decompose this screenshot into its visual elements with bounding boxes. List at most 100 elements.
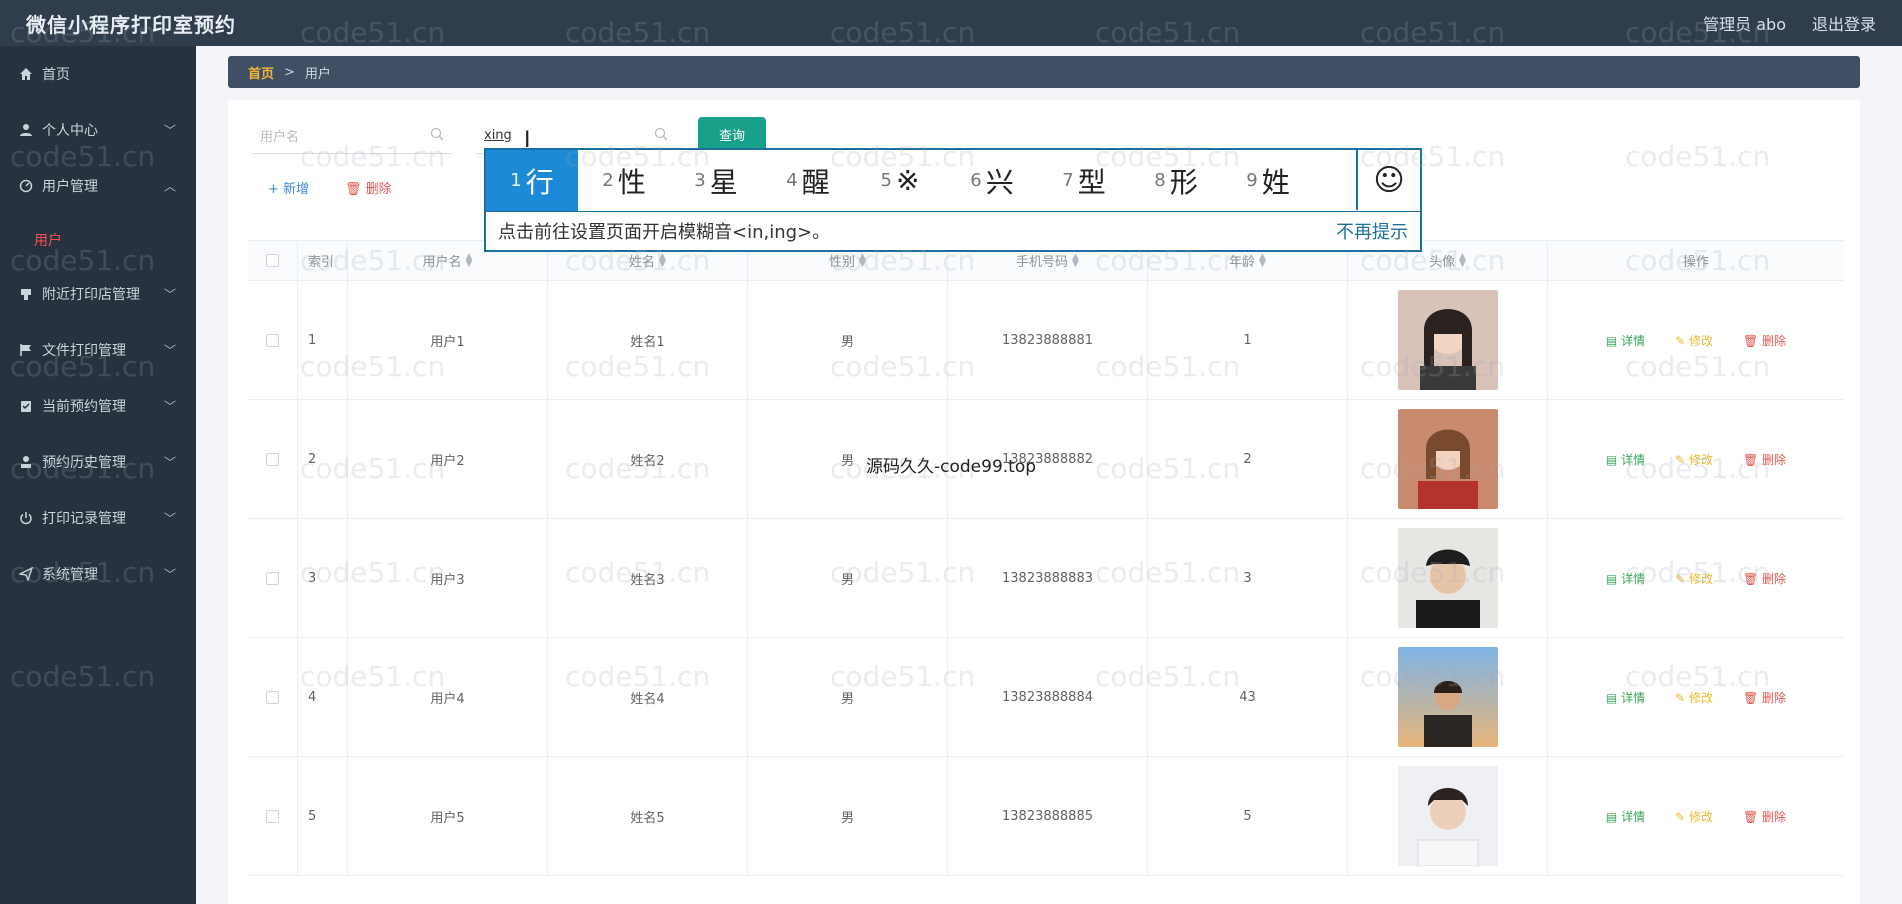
- flag-icon: [18, 342, 34, 358]
- cell-name: 姓名4: [548, 638, 748, 756]
- batch-delete-button[interactable]: 🗑 删除: [345, 178, 392, 197]
- sidebar-item-print-records[interactable]: 打印记录管理 ﹀: [0, 490, 196, 546]
- cell-phone: 13823888881: [948, 281, 1148, 399]
- detail-label: 详情: [1621, 690, 1646, 705]
- detail-button[interactable]: ▤ 详情: [1606, 451, 1645, 468]
- breadcrumb: 首页 > 用户: [228, 56, 1860, 88]
- chevron-down-icon: ﹀: [163, 567, 176, 582]
- chevron-down-icon: ﹀: [163, 343, 176, 358]
- add-button[interactable]: + 新增: [268, 178, 309, 197]
- ime-candidate[interactable]: 6兴: [946, 150, 1038, 211]
- ime-candidate[interactable]: 8形: [1130, 150, 1222, 211]
- table-row: 2 用户2 姓名2 男 13823888882 2 ▤ 详情 ✎ 修改 🗑 删除: [248, 400, 1844, 519]
- edit-button[interactable]: ✎ 修改: [1675, 808, 1713, 825]
- emoji-icon[interactable]: ☺: [1356, 150, 1420, 210]
- sort-icon: ▲ ▼: [1459, 251, 1466, 269]
- candidate-number: 3: [694, 170, 706, 191]
- sidebar-item-home[interactable]: 首页: [0, 46, 196, 102]
- person-icon: [18, 454, 34, 470]
- cell-username: 用户4: [348, 638, 548, 756]
- detail-button[interactable]: ▤ 详情: [1606, 570, 1645, 587]
- delete-button[interactable]: 🗑 删除: [1743, 570, 1786, 587]
- detail-button[interactable]: ▤ 详情: [1606, 808, 1645, 825]
- username-search-field[interactable]: 用户名: [252, 118, 452, 154]
- select-all-checkbox[interactable]: [266, 254, 279, 267]
- sidebar-item-system[interactable]: 系统管理 ﹀: [0, 546, 196, 602]
- ime-hint-text[interactable]: 点击前往设置页面开启模糊音<in,ing>。: [498, 218, 830, 244]
- clipboard-icon: [18, 398, 34, 414]
- row-checkbox[interactable]: [266, 333, 279, 347]
- candidate-char: ※: [895, 164, 920, 197]
- cell-username: 用户1: [348, 281, 548, 399]
- ime-candidate[interactable]: 4醒: [762, 150, 854, 211]
- edit-button[interactable]: ✎ 修改: [1675, 689, 1713, 706]
- candidate-number: 7: [1062, 170, 1074, 191]
- delete-button[interactable]: 🗑 删除: [1743, 808, 1786, 825]
- delete-label: 删除: [1762, 333, 1787, 348]
- ime-candidate[interactable]: 2性: [578, 150, 670, 211]
- detail-button[interactable]: ▤ 详情: [1606, 332, 1645, 349]
- table-row: 1 用户1 姓名1 男 13823888881 1 ▤ 详情 ✎ 修改 🗑 删除: [248, 281, 1844, 400]
- edit-button[interactable]: ✎ 修改: [1675, 570, 1713, 587]
- cell-age: 43: [1148, 638, 1348, 756]
- row-checkbox[interactable]: [266, 809, 279, 823]
- candidate-char: 兴: [985, 165, 1014, 199]
- sidebar-item-printshops[interactable]: 附近打印店管理 ﹀: [0, 266, 196, 322]
- candidate-char: 性: [617, 165, 646, 199]
- logout-button[interactable]: 退出登录: [1812, 11, 1876, 35]
- cell-index: 1: [298, 281, 348, 399]
- row-checkbox[interactable]: [266, 571, 279, 585]
- delete-button[interactable]: 🗑 删除: [1743, 451, 1786, 468]
- query-button[interactable]: 查询: [698, 117, 766, 151]
- header-username-label: 用户名: [422, 255, 462, 270]
- header-ops: 操作: [1682, 255, 1709, 270]
- ime-candidate[interactable]: 5 ※: [854, 150, 946, 211]
- cell-index: 5: [298, 757, 348, 875]
- candidate-number: 4: [786, 170, 798, 191]
- cell-index: 2: [298, 400, 348, 518]
- power-icon: [18, 510, 34, 526]
- edit-button[interactable]: ✎ 修改: [1675, 332, 1713, 349]
- candidate-number: 6: [970, 170, 982, 191]
- delete-button[interactable]: 🗑 删除: [1743, 332, 1786, 349]
- sidebar-item-label: 打印记录管理: [42, 511, 126, 527]
- detail-button[interactable]: ▤ 详情: [1606, 689, 1645, 706]
- breadcrumb-current: 用户: [304, 66, 331, 82]
- sidebar-item-file-print[interactable]: 文件打印管理 ﹀: [0, 322, 196, 378]
- ime-candidate[interactable]: 9姓: [1222, 150, 1314, 211]
- edit-label: 修改: [1688, 809, 1713, 824]
- sidebar-item-label: 首页: [42, 67, 70, 83]
- sidebar-item-label: 附近打印店管理: [42, 287, 140, 303]
- ime-candidate[interactable]: 3星: [670, 150, 762, 211]
- delete-label: 删除: [1762, 809, 1787, 824]
- cell-phone: 13823888883: [948, 519, 1148, 637]
- cell-age: 5: [1148, 757, 1348, 875]
- row-checkbox[interactable]: [266, 690, 279, 704]
- ime-candidate[interactable]: 7型: [1038, 150, 1130, 211]
- avatar: [1397, 766, 1498, 866]
- sort-icon: ▲ ▼: [659, 251, 666, 269]
- candidate-char: 醒: [801, 165, 830, 199]
- cell-sex: 男: [748, 519, 948, 637]
- delete-label: 删除: [1762, 452, 1787, 467]
- sidebar-subitem-user[interactable]: 用户: [0, 214, 196, 266]
- edit-label: 修改: [1688, 571, 1713, 586]
- sidebar-item-booking-history[interactable]: 预约历史管理 ﹀: [0, 434, 196, 490]
- candidate-char: 星: [709, 165, 738, 199]
- ime-candidate[interactable]: 1行: [486, 150, 578, 211]
- delete-button[interactable]: 🗑 删除: [1743, 689, 1786, 706]
- breadcrumb-home[interactable]: 首页: [248, 63, 274, 82]
- header-name-label: 姓名: [629, 255, 656, 270]
- chevron-down-icon: ﹀: [163, 455, 176, 470]
- sidebar-item-profile[interactable]: 个人中心 ﹀: [0, 102, 196, 158]
- row-checkbox[interactable]: [266, 452, 279, 466]
- sidebar-item-current-booking[interactable]: 当前预约管理 ﹀: [0, 378, 196, 434]
- search-icon: [430, 127, 444, 145]
- cell-index: 4: [298, 638, 348, 756]
- ime-dismiss-hint-button[interactable]: 不再提示: [1336, 218, 1408, 244]
- sidebar-item-label: 用户管理: [42, 179, 98, 195]
- sidebar-item-user-mgmt[interactable]: 用户管理 ︿: [0, 158, 196, 214]
- edit-button[interactable]: ✎ 修改: [1675, 451, 1713, 468]
- avatar: [1397, 528, 1498, 628]
- delete-label: 删除: [1762, 690, 1787, 705]
